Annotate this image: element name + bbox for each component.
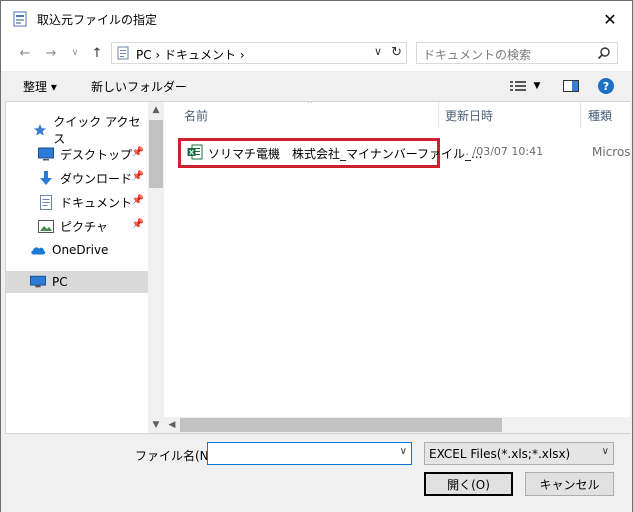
help-icon: ? <box>598 78 614 94</box>
arrow-right-icon: → <box>45 45 57 61</box>
nav-item-quick-access[interactable]: クイック アクセス <box>6 115 148 146</box>
horizontal-scrollbar[interactable]: ◀ <box>164 417 630 433</box>
nav-item-desktop[interactable]: デスクトップ 📌 <box>6 143 148 165</box>
picture-icon <box>38 218 54 234</box>
document-folder-icon <box>117 46 129 60</box>
browser-area: クイック アクセス デスクトップ 📌 ダウンロード 📌 ドキュメント 📌 ピクチ… <box>5 101 630 434</box>
close-button[interactable]: ✕ <box>588 1 632 37</box>
open-button[interactable]: 開く(O) <box>424 472 513 496</box>
view-options-button[interactable] <box>507 77 529 95</box>
column-header-name[interactable]: 名前 <box>184 102 304 128</box>
organize-button[interactable]: 整理 ▾ <box>23 78 57 95</box>
recent-locations-button[interactable]: ∨ <box>65 43 85 63</box>
sort-caret-icon: ⌃ <box>306 102 314 110</box>
toolbar: 整理 ▾ 新しいフォルダー ▼ ? <box>1 71 632 101</box>
app-icon <box>13 11 27 27</box>
nav-item-downloads[interactable]: ダウンロード 📌 <box>6 167 148 189</box>
file-type-filter[interactable]: EXCEL Files(*.xls;*.xlsx) ∨ <box>424 442 614 465</box>
pin-icon[interactable]: 📌 <box>132 195 144 206</box>
refresh-icon[interactable]: ↻ <box>391 45 402 60</box>
star-icon <box>32 122 47 138</box>
navigation-pane: クイック アクセス デスクトップ 📌 ダウンロード 📌 ドキュメント 📌 ピクチ… <box>6 102 148 433</box>
column-divider[interactable] <box>580 102 581 128</box>
nav-item-pc[interactable]: PC <box>6 271 148 293</box>
list-view-icon <box>510 81 526 91</box>
table-row[interactable]: X ソリマチ電機 株式会社_マイナンバーファイル_... … /03/07 10… <box>178 138 630 168</box>
view-dropdown-button[interactable]: ▼ <box>531 77 543 95</box>
chevron-down-icon: ∨ <box>601 446 609 457</box>
nav-item-label: ダウンロード <box>60 171 133 186</box>
pc-icon <box>30 274 46 290</box>
search-box[interactable]: ドキュメントの検索 <box>416 42 618 64</box>
up-button[interactable]: ↑ <box>87 43 107 63</box>
title-bar: 取込元ファイルの指定 ✕ <box>1 1 632 37</box>
nav-item-pictures[interactable]: ピクチャ 📌 <box>6 215 148 237</box>
excel-file-icon: X <box>187 144 203 160</box>
nav-item-onedrive[interactable]: OneDrive <box>6 239 148 261</box>
dialog-footer: ファイル名(N): ∨ EXCEL Files(*.xls;*.xlsx) ∨ … <box>1 434 632 512</box>
search-icon <box>597 47 610 60</box>
filename-input[interactable] <box>208 443 388 464</box>
forward-button[interactable]: → <box>41 43 61 63</box>
nav-item-label: PC <box>52 275 68 289</box>
column-header-type[interactable]: 種類 <box>588 102 630 128</box>
arrow-left-icon: ← <box>19 45 31 61</box>
filename-field[interactable]: ∨ <box>207 442 412 465</box>
pin-icon[interactable]: 📌 <box>132 219 144 230</box>
nav-item-label: デスクトップ <box>60 147 133 162</box>
address-row: ← → ∨ ↑ PC › ドキュメント › ∨ ↻ ドキュメントの検索 <box>1 37 632 71</box>
chevron-down-icon: ∨ <box>71 48 79 58</box>
cloud-icon <box>30 242 46 258</box>
nav-item-label: クイック アクセス <box>53 115 141 146</box>
help-button[interactable]: ? <box>597 77 615 95</box>
new-folder-button[interactable]: 新しいフォルダー <box>91 78 187 95</box>
close-icon: ✕ <box>603 9 617 29</box>
svg-text:?: ? <box>603 80 609 93</box>
file-modified: … /03/07 10:41 <box>458 145 544 158</box>
cancel-button[interactable]: キャンセル <box>525 472 614 496</box>
chevron-down-icon[interactable]: ∨ <box>400 446 407 457</box>
file-open-dialog: 取込元ファイルの指定 ✕ ← → ∨ ↑ PC › ドキュメント › ∨ ↻ ド… <box>0 0 633 512</box>
download-icon <box>38 170 54 186</box>
scroll-down-icon[interactable]: ▼ <box>148 417 164 433</box>
file-name: ソリマチ電機 株式会社_マイナンバーファイル_... <box>208 147 483 161</box>
scroll-up-icon[interactable]: ▲ <box>148 102 164 118</box>
nav-item-label: OneDrive <box>52 243 109 257</box>
desktop-icon <box>38 146 54 162</box>
preview-pane-icon <box>563 80 579 92</box>
file-list: 名前 ⌃ 更新日時 種類 X ソリマチ電機 株式会社_マイナンバーファイル_..… <box>164 102 630 433</box>
preview-pane-button[interactable] <box>561 77 581 95</box>
filename-label: ファイル名(N): <box>135 449 218 463</box>
nav-item-label: ドキュメント <box>60 195 133 210</box>
pin-icon[interactable]: 📌 <box>132 147 144 158</box>
address-bar[interactable]: PC › ドキュメント › ∨ ↻ <box>111 42 407 64</box>
nav-item-label: ピクチャ <box>60 219 108 234</box>
scroll-thumb[interactable] <box>149 120 163 188</box>
caret-down-icon: ▼ <box>533 81 541 91</box>
pin-icon[interactable]: 📌 <box>132 171 144 182</box>
file-type: Microso <box>592 145 630 159</box>
file-type-filter-value: EXCEL Files(*.xls;*.xlsx) <box>429 447 571 461</box>
back-button[interactable]: ← <box>15 43 35 63</box>
window-title: 取込元ファイルの指定 <box>37 13 158 27</box>
scroll-left-icon[interactable]: ◀ <box>164 417 180 433</box>
search-placeholder: ドキュメントの検索 <box>423 48 532 62</box>
nav-vertical-scrollbar[interactable]: ▲ ▼ <box>148 102 164 433</box>
arrow-up-icon: ↑ <box>91 45 103 61</box>
column-header-modified[interactable]: 更新日時 <box>445 102 565 128</box>
scroll-thumb[interactable] <box>180 418 502 432</box>
nav-item-documents[interactable]: ドキュメント 📌 <box>6 191 148 213</box>
column-divider[interactable] <box>438 102 439 128</box>
address-dropdown-icon[interactable]: ∨ <box>374 45 382 58</box>
document-icon <box>38 194 54 210</box>
address-path: PC › ドキュメント › <box>136 48 245 62</box>
svg-text:X: X <box>189 149 194 157</box>
